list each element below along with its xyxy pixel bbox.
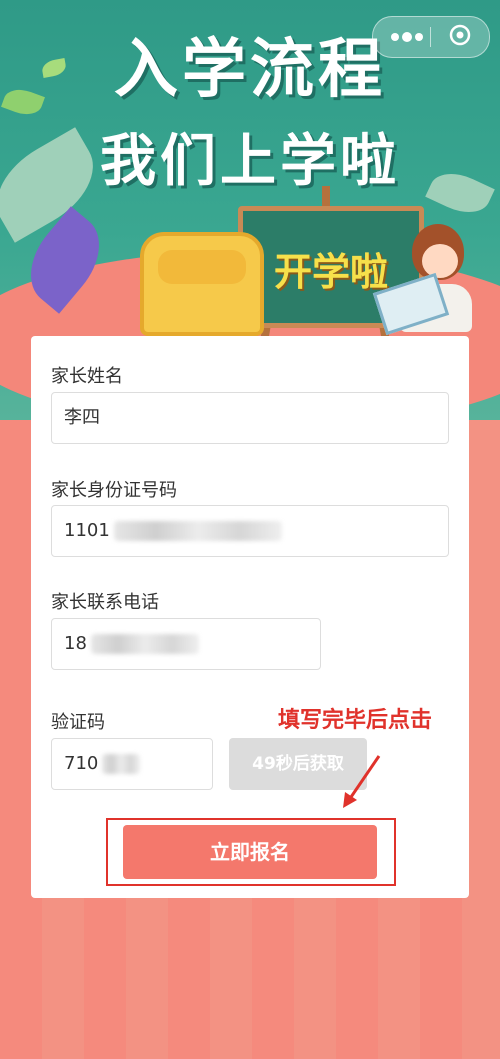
parent-name-value: 李四 (64, 407, 100, 428)
girl-face (422, 244, 458, 278)
school-bag-flap (158, 250, 246, 284)
code-value: 710 (64, 753, 99, 774)
masked-text (102, 754, 141, 774)
more-dots-icon[interactable] (387, 28, 427, 46)
parent-name-field[interactable]: 李四 (51, 392, 449, 444)
parent-phone-value: 18 (64, 633, 87, 654)
school-bag-illustration (140, 232, 264, 336)
arrow-icon (343, 755, 381, 808)
parent-name-label: 家长姓名 (51, 366, 123, 387)
capsule-divider (430, 27, 431, 47)
annotation-text: 填写完毕后点击 (278, 708, 433, 733)
parent-id-label: 家长身份证号码 (51, 480, 177, 501)
masked-text (90, 634, 199, 654)
parent-id-value: 1101 (64, 520, 110, 541)
code-field[interactable]: 710 (51, 738, 213, 790)
masked-text (113, 521, 282, 541)
parent-phone-field[interactable]: 18 (51, 618, 321, 670)
registration-form: 家长姓名 李四 家长身份证号码 1101 家长联系电话 18 验证码 710 4… (31, 336, 469, 898)
parent-phone-label: 家长联系电话 (51, 592, 159, 613)
page-subtitle: 我们上学啦 (100, 129, 400, 194)
submit-button[interactable]: 立即报名 (123, 825, 377, 879)
target-close-icon[interactable] (449, 24, 471, 46)
code-label: 验证码 (51, 712, 105, 733)
mini-program-capsule (372, 16, 490, 58)
parent-id-field[interactable]: 1101 (51, 505, 449, 557)
